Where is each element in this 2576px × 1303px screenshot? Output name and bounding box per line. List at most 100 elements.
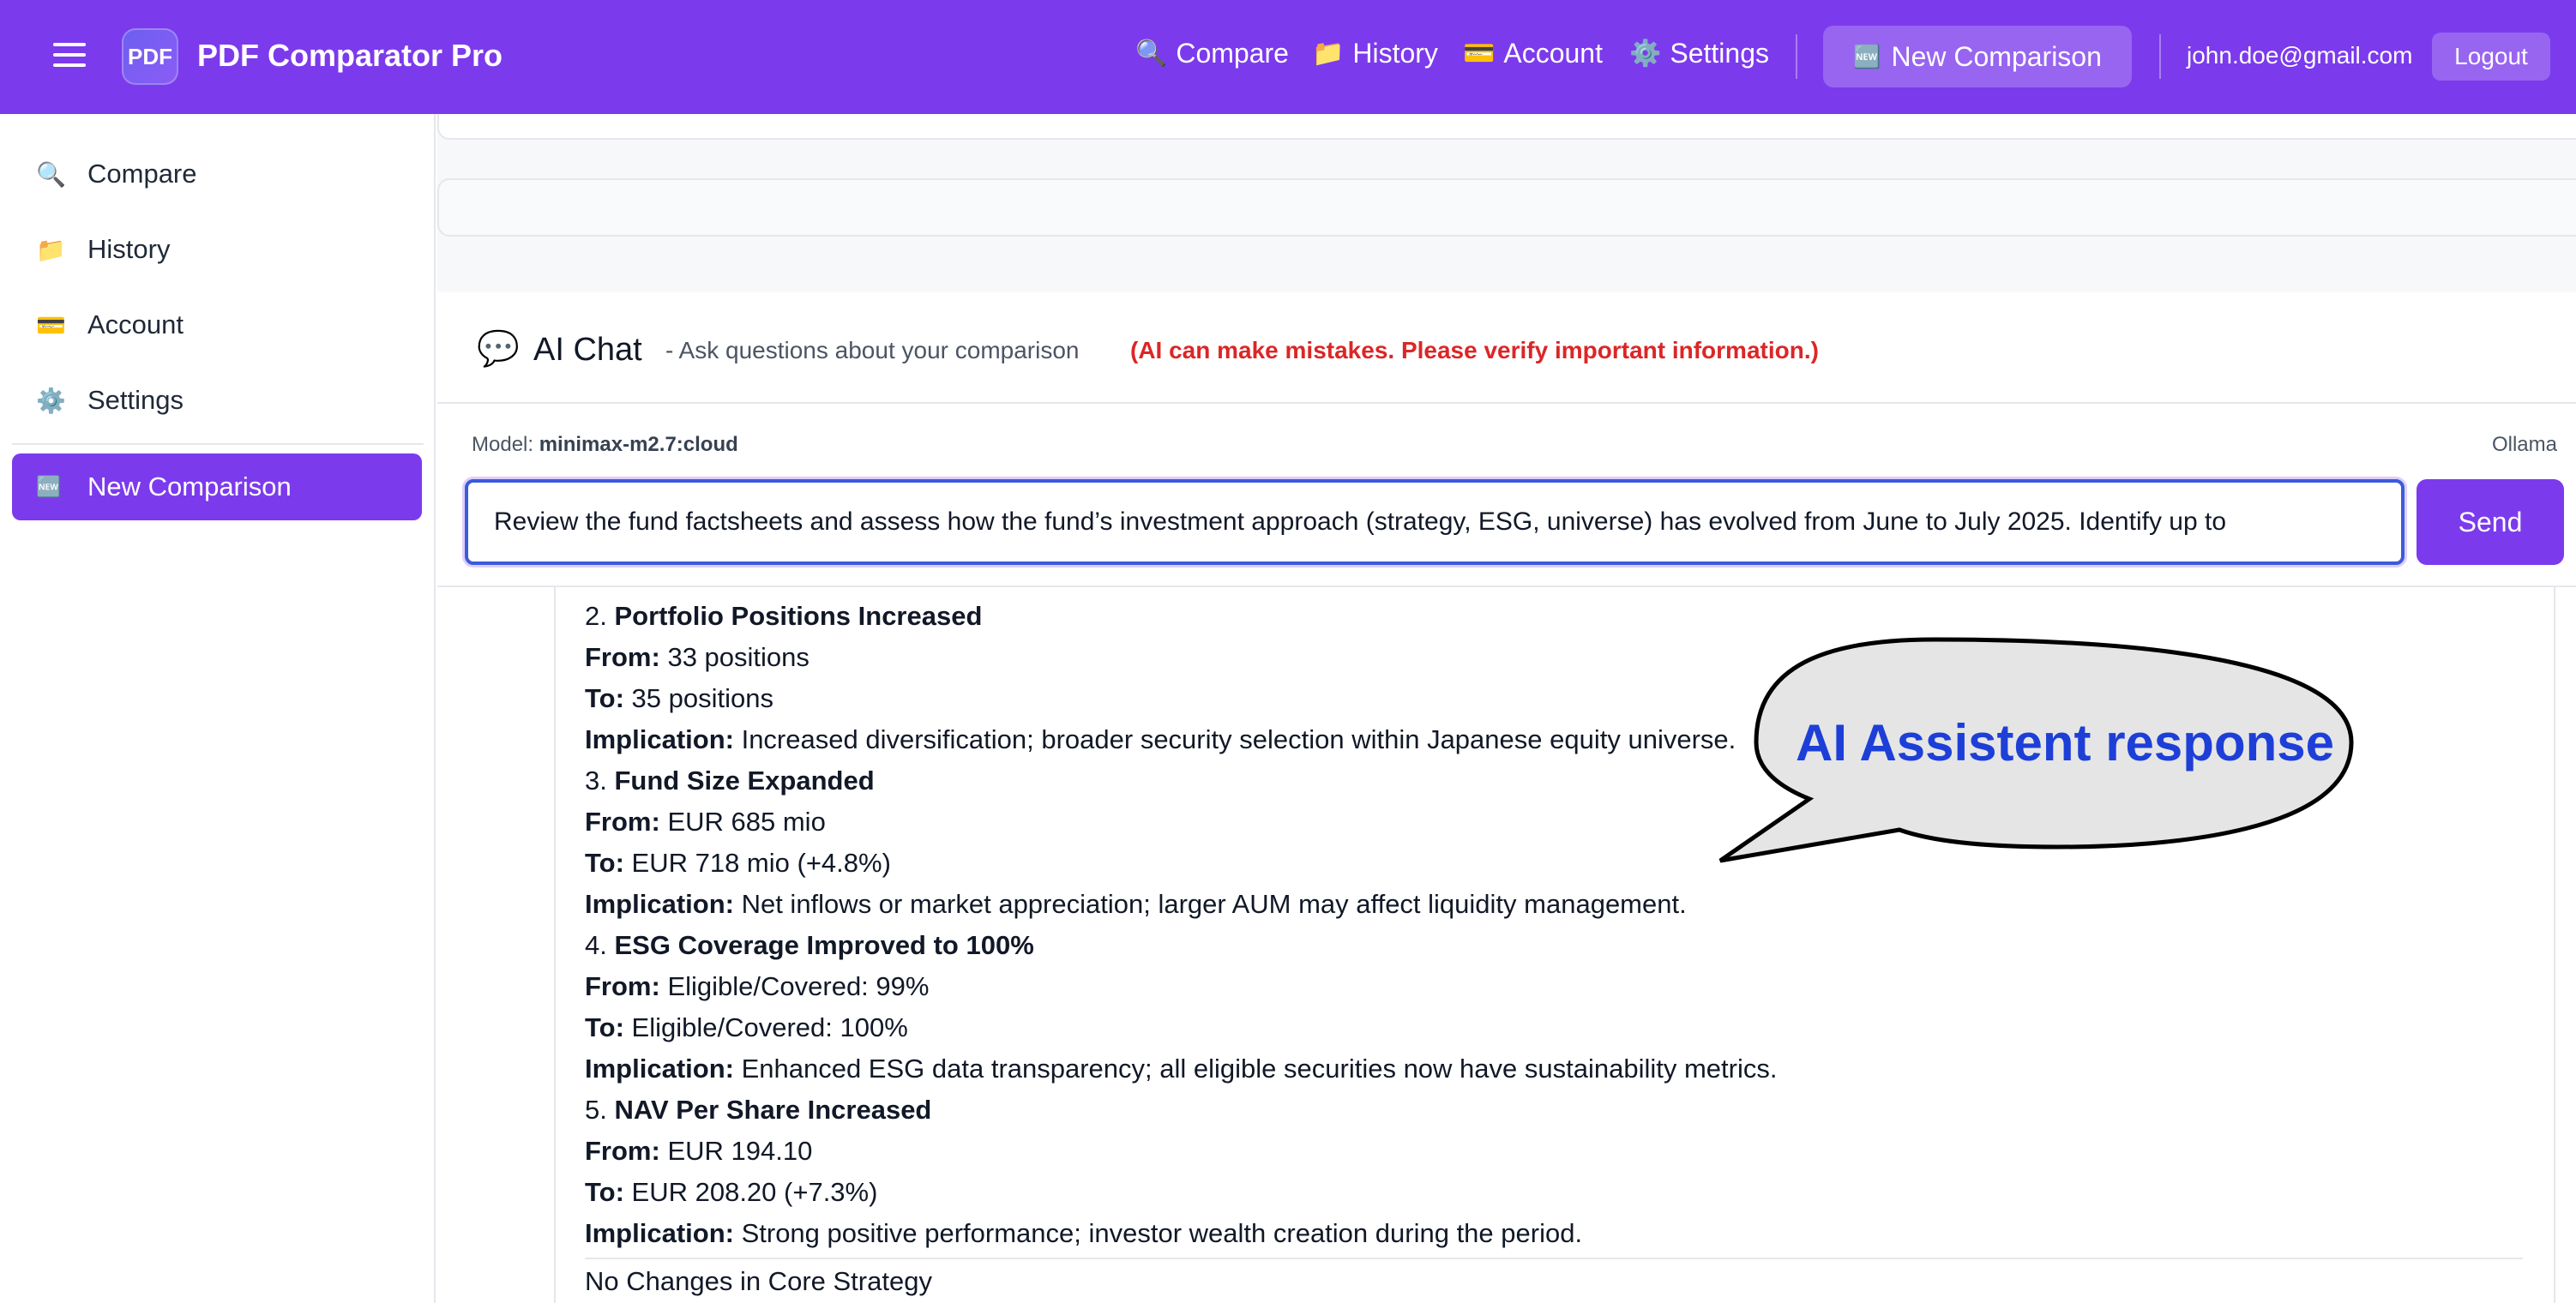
implication-label: Implication: (585, 1218, 734, 1248)
sidebar-item-label: Compare (87, 159, 197, 189)
new-badge-icon: 🆕 (1853, 43, 1881, 69)
model-info: Model: minimax-m2.7:cloud (472, 433, 738, 457)
implication-label: Implication: (585, 1054, 734, 1084)
chat-title: AI Chat (533, 332, 642, 368)
sidebar-item-label: Account (87, 309, 184, 339)
item-title: Portfolio Positions Increased (614, 601, 983, 631)
implication-label: Implication: (585, 724, 734, 754)
response-body: 2. Portfolio Positions Increased From: 33… (585, 596, 2523, 1302)
response-divider (585, 1258, 2523, 1259)
logout-button[interactable]: Logout (2432, 33, 2550, 81)
response-item-heading: 5. NAV Per Share Increased (585, 1090, 2523, 1131)
nav-history-label: History (1352, 38, 1438, 69)
sidebar-item-label: History (87, 234, 171, 264)
from-value: EUR 685 mio (667, 807, 826, 837)
ai-response-message: 2. Portfolio Positions Increased From: 33… (554, 587, 2555, 1303)
implication-value: Enhanced ESG data transparency; all elig… (741, 1054, 1778, 1084)
chat-subtitle: - Ask questions about your comparison (665, 337, 1080, 363)
header-divider (2159, 34, 2161, 79)
to-label: To: (585, 1177, 624, 1207)
response-section-heading: No Changes in Core Strategy (585, 1266, 932, 1296)
model-name: minimax-m2.7:cloud (539, 433, 738, 456)
to-value: 35 positions (631, 683, 773, 713)
app-logo: PDF (122, 28, 178, 85)
chat-header: 💬 AI Chat - Ask questions about your com… (437, 292, 2576, 404)
main-content: 💬 AI Chat - Ask questions about your com… (437, 114, 2576, 1303)
comparison-card (437, 178, 2576, 237)
model-provider: Ollama (2491, 433, 2557, 456)
item-title: NAV Per Share Increased (614, 1095, 932, 1125)
new-comparison-button[interactable]: 🆕 New Comparison (1823, 26, 2132, 87)
annotation-text: AI Assistent response (1796, 714, 2334, 772)
to-line: To: Eligible/Covered: 100% (585, 1007, 2523, 1048)
response-item-heading: 2. Portfolio Positions Increased (585, 596, 2523, 637)
from-label: From: (585, 642, 660, 672)
to-line: To: EUR 208.20 (+7.3%) (585, 1172, 2523, 1213)
top-navbar: PDF PDF Comparator Pro 🔍 Compare 📁 Histo… (0, 0, 2576, 114)
implication-line: Implication: Strong positive performance… (585, 1213, 2523, 1254)
to-value: EUR 718 mio (+4.8%) (631, 848, 891, 878)
item-title: Fund Size Expanded (614, 766, 875, 796)
to-value: EUR 208.20 (+7.3%) (631, 1177, 878, 1207)
to-label: To: (585, 848, 624, 878)
ai-chat-panel: 💬 AI Chat - Ask questions about your com… (437, 292, 2576, 1303)
to-line: To: EUR 718 mio (+4.8%) (585, 843, 2523, 884)
chat-message-input[interactable] (465, 479, 2404, 565)
sidebar: 🔍 Compare 📁 History 💳 Account ⚙️ Setting… (0, 114, 436, 1303)
from-line: From: 33 positions (585, 637, 2523, 678)
chat-warning: (AI can make mistakes. Please verify imp… (1130, 337, 1819, 363)
item-number: 4. (585, 930, 607, 960)
hamburger-menu-icon[interactable] (53, 43, 86, 72)
model-label: Model: (472, 433, 534, 456)
sidebar-item-settings[interactable]: ⚙️ Settings (36, 385, 184, 416)
nav-account[interactable]: 💳 Account (1463, 38, 1603, 69)
gear-icon: ⚙️ (36, 387, 66, 414)
from-line: From: EUR 194.10 (585, 1131, 2523, 1172)
send-button[interactable]: Send (2417, 479, 2564, 565)
from-line: From: EUR 685 mio (585, 802, 2523, 843)
from-label: From: (585, 971, 660, 1001)
from-value: 33 positions (667, 642, 810, 672)
sidebar-item-label: Settings (87, 385, 184, 415)
sidebar-divider (12, 443, 424, 445)
nav-compare-label: Compare (1176, 38, 1289, 69)
folder-icon: 📁 (1312, 39, 1345, 68)
sidebar-item-compare[interactable]: 🔍 Compare (36, 159, 197, 189)
item-title: ESG Coverage Improved to 100% (614, 930, 1034, 960)
app-title: PDF Comparator Pro (197, 38, 503, 73)
implication-line: Implication: Net inflows or market appre… (585, 884, 2523, 925)
folder-icon: 📁 (36, 236, 66, 263)
credit-card-icon: 💳 (36, 311, 66, 339)
user-email: john.doe@gmail.com (2187, 42, 2413, 69)
magnifier-icon: 🔍 (1135, 39, 1168, 68)
nav-settings-label: Settings (1670, 38, 1769, 69)
from-line: From: Eligible/Covered: 99% (585, 966, 2523, 1007)
nav-account-label: Account (1503, 38, 1603, 69)
sidebar-item-account[interactable]: 💳 Account (36, 309, 184, 340)
from-label: From: (585, 807, 660, 837)
response-item-heading: 4. ESG Coverage Improved to 100% (585, 925, 2523, 966)
item-number: 5. (585, 1095, 607, 1125)
credit-card-icon: 💳 (1463, 39, 1496, 68)
to-label: To: (585, 1012, 624, 1042)
item-number: 3. (585, 766, 607, 796)
to-value: Eligible/Covered: 100% (631, 1012, 908, 1042)
gear-icon: ⚙️ (1629, 39, 1662, 68)
to-label: To: (585, 683, 624, 713)
implication-value: Strong positive performance; investor we… (741, 1218, 1583, 1248)
magnifier-icon: 🔍 (36, 160, 66, 188)
from-value: Eligible/Covered: 99% (667, 971, 930, 1001)
sidebar-item-history[interactable]: 📁 History (36, 234, 170, 265)
implication-value: Increased diversification; broader secur… (741, 724, 1736, 754)
new-badge-icon: 🆕 (36, 475, 62, 499)
implication-line: Implication: Enhanced ESG data transpare… (585, 1048, 2523, 1090)
nav-compare[interactable]: 🔍 Compare (1135, 38, 1289, 69)
sidebar-item-label: New Comparison (87, 471, 292, 501)
comparison-card (437, 114, 2576, 140)
new-comparison-label: New Comparison (1891, 40, 2102, 72)
nav-settings[interactable]: ⚙️ Settings (1629, 38, 1769, 69)
from-label: From: (585, 1136, 660, 1166)
from-value: EUR 194.10 (667, 1136, 813, 1166)
nav-history[interactable]: 📁 History (1312, 38, 1438, 69)
sidebar-item-new-comparison[interactable]: 🆕 New Comparison (12, 453, 422, 520)
